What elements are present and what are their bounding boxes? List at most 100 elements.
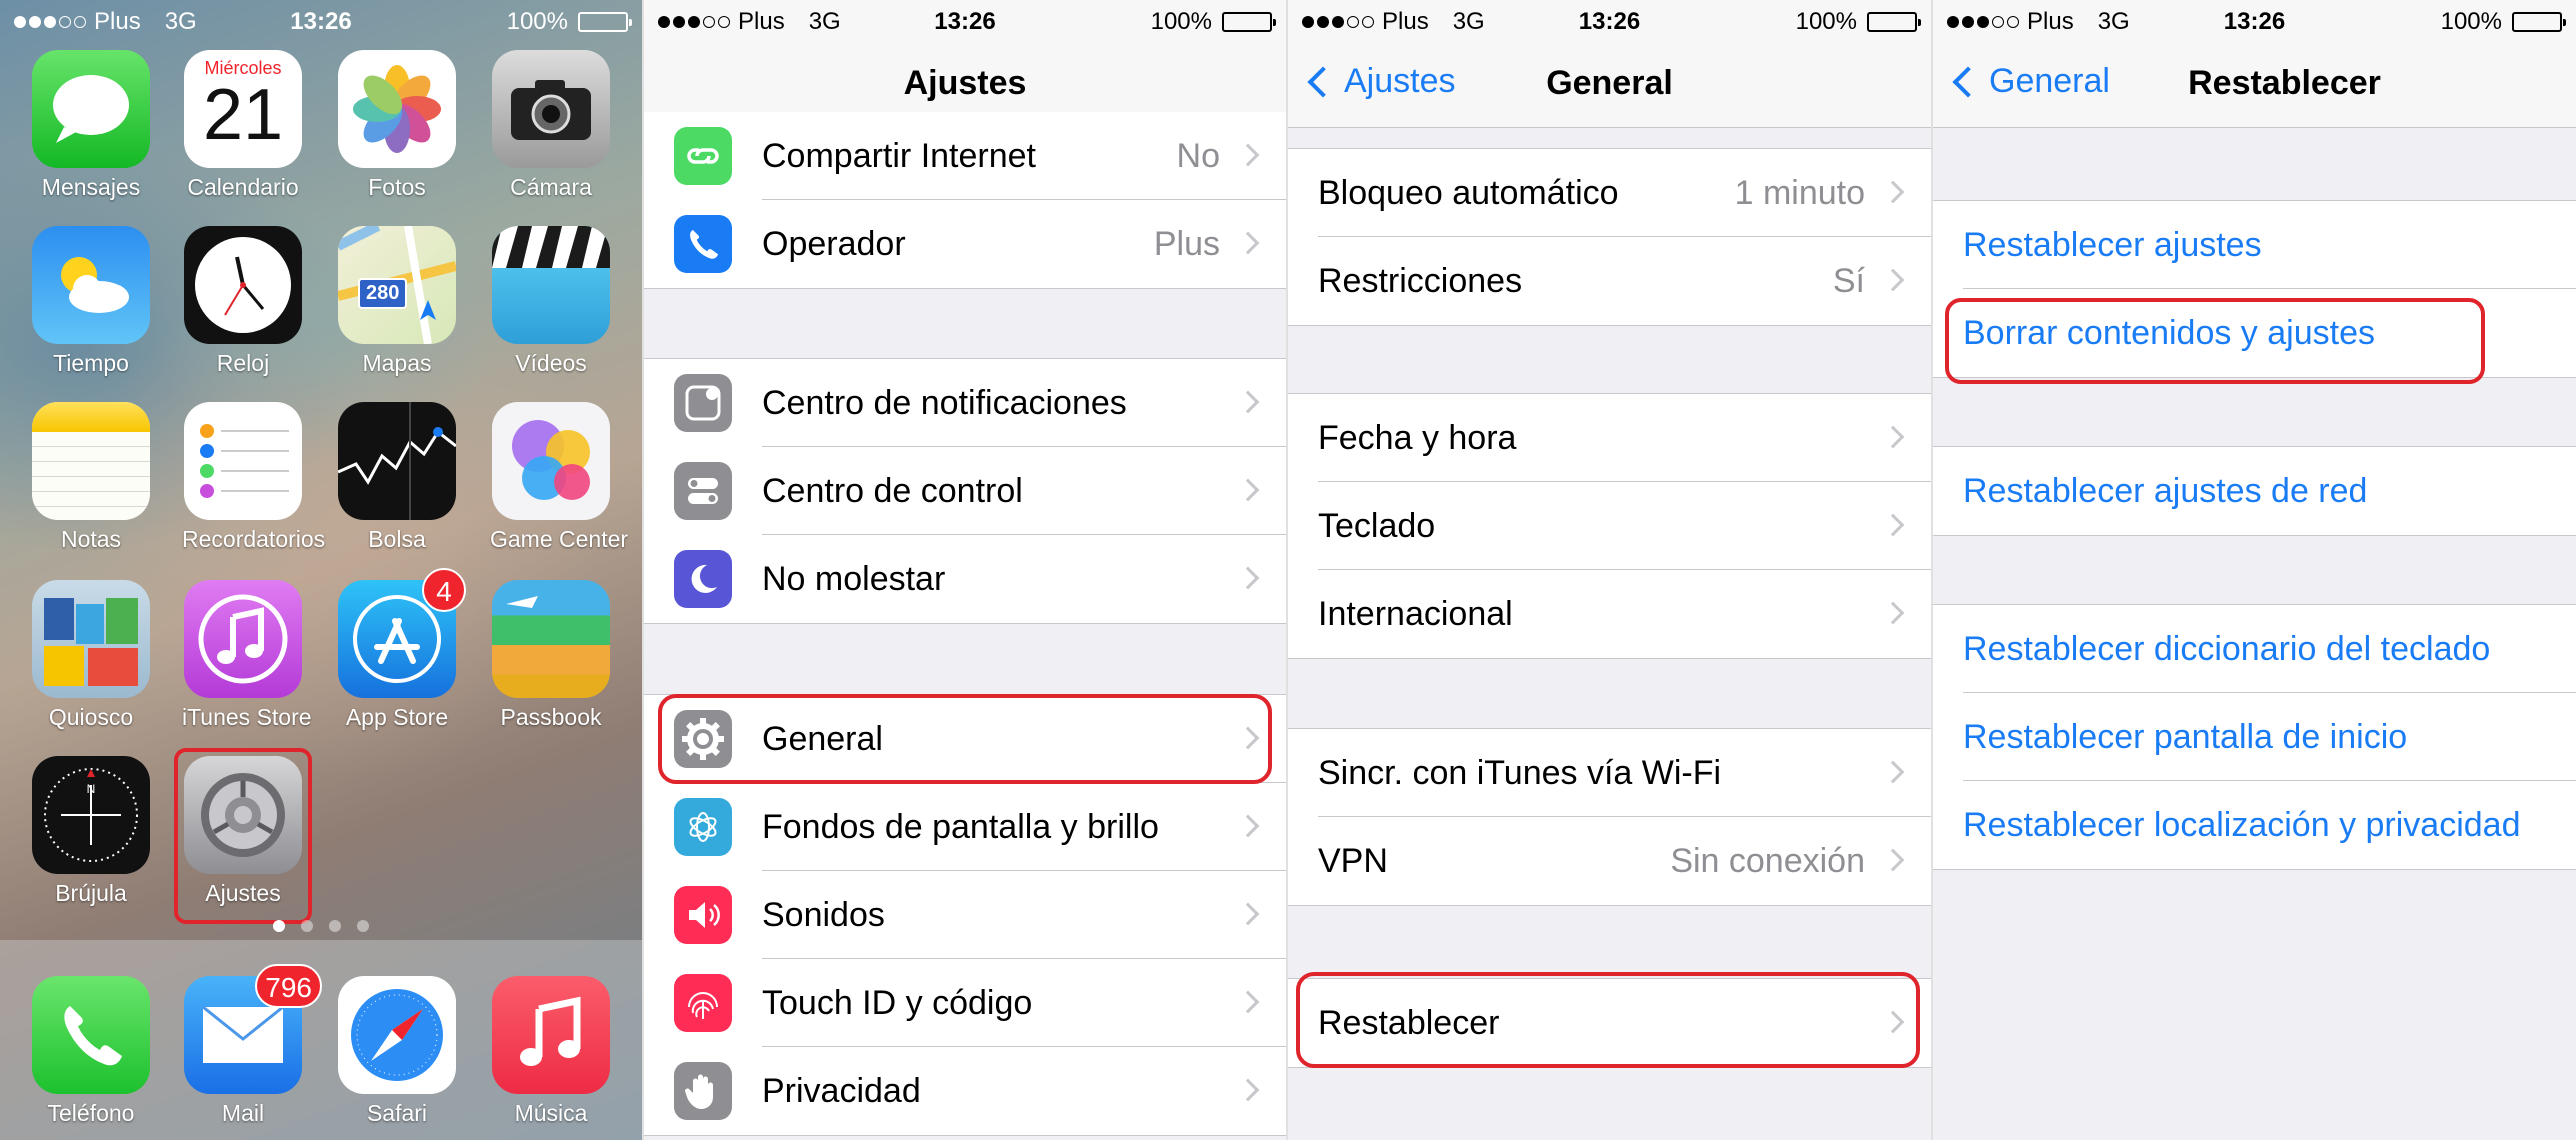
app-fotos[interactable]: Fotos — [336, 50, 458, 201]
app-recordatorios[interactable]: Recordatorios — [182, 402, 325, 553]
general-group-locale: Fecha y hora Teclado Internacional — [1288, 393, 1931, 659]
game-center-icon — [492, 402, 610, 520]
app-label: Safari — [366, 1100, 428, 1126]
app-label: Vídeos — [515, 350, 587, 376]
camera-icon — [492, 50, 610, 168]
chevron-right-icon — [1881, 180, 1905, 204]
row-label: Borrar contenidos y ajustes — [1963, 313, 2375, 352]
general-group-reset: Restablecer — [1288, 978, 1931, 1068]
navbar: Plus 3G 13:26 100% Ajustes — [644, 0, 1286, 128]
passbook-icon — [492, 580, 610, 698]
row-label: Sincr. con iTunes vía Wi-Fi — [1318, 753, 1722, 792]
app-quiosco[interactable]: Quiosco — [30, 580, 152, 731]
row-label: Centro de control — [762, 471, 1023, 510]
row-restablecer-red[interactable]: Restablecer ajustes de red — [1933, 447, 2576, 535]
app-videos[interactable]: Vídeos — [490, 226, 612, 377]
moon-icon — [674, 550, 732, 608]
row-privacidad[interactable]: Privacidad — [644, 1047, 1286, 1135]
dock-mail[interactable]: 796 Mail — [182, 964, 322, 1127]
messages-icon — [32, 50, 150, 168]
app-game-center[interactable]: Game Center — [490, 402, 628, 553]
app-itunes-store[interactable]: iTunes Store — [182, 580, 312, 731]
app-mapas[interactable]: 280 Mapas — [336, 226, 458, 377]
calendar-day: 21 — [202, 75, 284, 155]
app-label: Música — [514, 1100, 588, 1126]
dock-musica[interactable]: Música — [490, 976, 612, 1127]
row-compartir-internet[interactable]: Compartir Internet No — [644, 112, 1286, 200]
row-general[interactable]: General — [644, 695, 1286, 783]
status-bar: Plus 3G 13:26 100% — [0, 0, 642, 44]
page-indicator[interactable] — [0, 920, 642, 932]
dock-safari[interactable]: Safari — [336, 976, 458, 1127]
row-label: Internacional — [1318, 594, 1513, 633]
row-label: Restablecer pantalla de inicio — [1963, 717, 2408, 756]
row-fecha-hora[interactable]: Fecha y hora — [1288, 394, 1931, 482]
gear-icon — [674, 710, 732, 768]
settings-group-connectivity: Compartir Internet No Operador Plus — [644, 112, 1286, 289]
app-ajustes[interactable]: Ajustes — [182, 756, 304, 907]
mail-icon: 796 — [184, 964, 322, 1094]
app-mensajes[interactable]: Mensajes — [30, 50, 152, 201]
photos-icon — [338, 50, 456, 168]
row-label: General — [762, 719, 883, 758]
notes-icon — [32, 402, 150, 520]
control-center-icon — [674, 462, 732, 520]
chevron-right-icon — [1236, 231, 1260, 255]
chevron-right-icon — [1881, 760, 1905, 784]
app-label: Mapas — [362, 350, 432, 376]
row-internacional[interactable]: Internacional — [1288, 570, 1931, 658]
row-restablecer[interactable]: Restablecer — [1288, 979, 1931, 1067]
safari-icon — [338, 976, 456, 1094]
dock-telefono[interactable]: Teléfono — [30, 976, 152, 1127]
app-notas[interactable]: Notas — [30, 402, 152, 553]
app-app-store[interactable]: 4 App Store — [336, 568, 466, 731]
app-tiempo[interactable]: Tiempo — [30, 226, 152, 377]
general-group-lock: Bloqueo automático 1 minuto Restriccione… — [1288, 148, 1931, 326]
settings-group-notifications: Centro de notificaciones Centro de contr… — [644, 358, 1286, 624]
chevron-right-icon — [1236, 814, 1260, 838]
row-sonidos[interactable]: Sonidos — [644, 871, 1286, 959]
app-bolsa[interactable]: Bolsa — [336, 402, 458, 553]
status-bar: Plus 3G 13:26 100% — [1933, 0, 2576, 44]
row-restricciones[interactable]: Restricciones Sí — [1288, 237, 1931, 325]
row-sincr-itunes[interactable]: Sincr. con iTunes vía Wi-Fi — [1288, 729, 1931, 817]
row-centro-control[interactable]: Centro de control — [644, 447, 1286, 535]
row-label: Restablecer — [1318, 1003, 1500, 1042]
app-label: Ajustes — [205, 880, 281, 906]
app-passbook[interactable]: Passbook — [490, 580, 612, 731]
row-restablecer-ajustes[interactable]: Restablecer ajustes — [1933, 201, 2576, 289]
app-label: Quiosco — [48, 704, 134, 730]
chevron-right-icon — [1881, 513, 1905, 537]
row-borrar-contenidos[interactable]: Borrar contenidos y ajustes — [1933, 289, 2576, 377]
chevron-right-icon — [1881, 601, 1905, 625]
row-restablecer-pantalla-inicio[interactable]: Restablecer pantalla de inicio — [1933, 693, 2576, 781]
row-no-molestar[interactable]: No molestar — [644, 535, 1286, 623]
row-label: Restablecer ajustes de red — [1963, 471, 2368, 510]
row-centro-notificaciones[interactable]: Centro de notificaciones — [644, 359, 1286, 447]
row-label: Touch ID y código — [762, 983, 1033, 1022]
row-vpn[interactable]: VPN Sin conexión — [1288, 817, 1931, 905]
row-restablecer-diccionario[interactable]: Restablecer diccionario del teclado — [1933, 605, 2576, 693]
app-calendario[interactable]: Miércoles 21 Calendario — [182, 50, 304, 201]
battery-percent: 100% — [1150, 8, 1212, 35]
row-fondos-pantalla[interactable]: Fondos de pantalla y brillo — [644, 783, 1286, 871]
app-label: Passbook — [500, 704, 602, 730]
row-value: 1 minuto — [1734, 173, 1865, 212]
home-screen: Plus 3G 13:26 100% Mensajes Miércoles 21… — [0, 0, 642, 1140]
battery-icon — [1222, 12, 1276, 32]
row-teclado[interactable]: Teclado — [1288, 482, 1931, 570]
battery-percent: 100% — [2440, 8, 2502, 35]
row-touch-id[interactable]: Touch ID y código — [644, 959, 1286, 1047]
row-operador[interactable]: Operador Plus — [644, 200, 1286, 288]
sounds-icon — [674, 886, 732, 944]
row-label: Operador — [762, 224, 906, 263]
battery-percent: 100% — [1795, 8, 1857, 35]
row-restablecer-localizacion[interactable]: Restablecer localización y privacidad — [1933, 781, 2576, 869]
chevron-right-icon — [1236, 1078, 1260, 1102]
app-reloj[interactable]: Reloj — [182, 226, 304, 377]
app-camara[interactable]: Cámara — [490, 50, 612, 201]
hand-icon — [674, 1062, 732, 1120]
page-title: Restablecer — [2188, 64, 2381, 102]
row-bloqueo-automatico[interactable]: Bloqueo automático 1 minuto — [1288, 149, 1931, 237]
app-brujula[interactable]: N Brújula — [30, 756, 152, 907]
